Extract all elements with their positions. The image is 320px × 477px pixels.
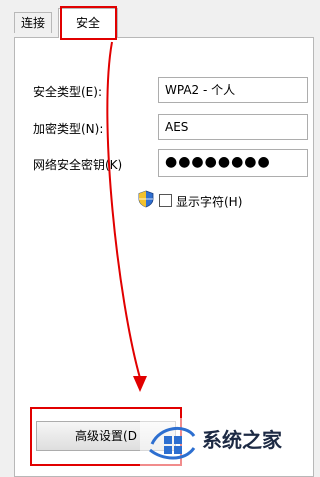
uac-shield-icon xyxy=(138,190,154,208)
show-characters-checkbox[interactable] xyxy=(159,194,172,207)
show-characters-label[interactable]: 显示字符(H) xyxy=(176,193,242,210)
security-tab-highlight xyxy=(60,6,117,40)
network-key-input[interactable]: ●●●●●●●● xyxy=(158,149,308,177)
tab-connection[interactable]: 连接 xyxy=(14,12,53,33)
security-type-label: 安全类型(E): xyxy=(33,85,102,99)
watermark-logo-icon xyxy=(149,427,196,460)
encryption-type-select[interactable]: AES xyxy=(158,114,308,140)
encryption-type-label: 加密类型(N): xyxy=(33,122,104,136)
security-type-select[interactable]: WPA2 - 个人 xyxy=(158,77,308,103)
watermark-text: 系统之家 xyxy=(202,428,282,452)
network-key-label: 网络安全密钥(K) xyxy=(33,158,123,172)
